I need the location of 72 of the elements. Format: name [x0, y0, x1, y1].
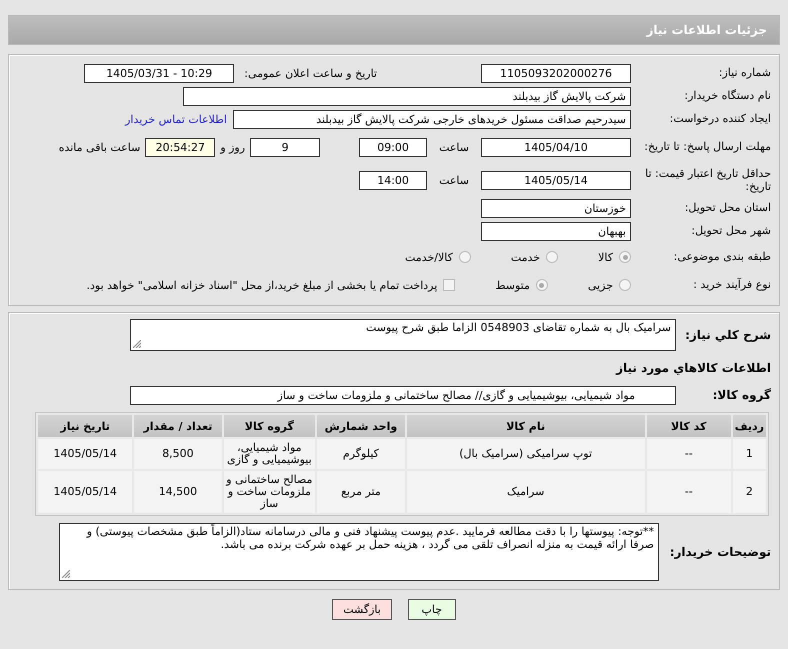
- city-field: بهبهان: [481, 222, 631, 240]
- contact-link[interactable]: اطلاعات تماس خریدار: [125, 112, 227, 126]
- table-cell: --: [646, 439, 731, 469]
- radio-label: خدمت: [510, 250, 540, 264]
- table-cell: --: [646, 471, 731, 513]
- table-cell: مصالح ساختمانی و ملزومات ساخت و ساز: [224, 471, 316, 513]
- checkbox[interactable]: [443, 279, 456, 291]
- table-cell: متر مربع: [317, 471, 405, 513]
- field-label: شرح کلي نیاز:: [684, 328, 771, 342]
- need-number-field: 1105093202000276: [481, 64, 631, 82]
- section-heading: اطلاعات کالاهاي مورد نیاز: [614, 360, 771, 376]
- field-label: توضیحات خریدار:: [668, 544, 771, 560]
- table-cell: 1405/05/14: [38, 439, 132, 469]
- table-cell: 14,500: [134, 471, 222, 513]
- goods-group-field: مواد شیمیایی، بیوشیمیایی و گازی// مصالح ساختمانی و ملزومات ساخت و ساز: [130, 386, 676, 404]
- field-label: گروه کالا:: [712, 388, 771, 402]
- field-label: استان محل تحویل:: [684, 201, 771, 215]
- description-field: سرامیک بال به شماره تقاضای 0548903 الزاما طبق شرح پیوست: [130, 319, 676, 351]
- time-label: ساعت: [439, 174, 469, 186]
- radio-label: متوسط: [495, 278, 530, 292]
- table-cell: توپ سرامیکی (سرامیک بال): [406, 439, 645, 469]
- radio-button[interactable]: [619, 251, 631, 263]
- radio-button[interactable]: [458, 251, 471, 263]
- field-label: تاریخ و ساعت اعلان عمومی:: [244, 66, 377, 80]
- validity-date-field: 1405/05/14: [481, 170, 631, 190]
- validity-time-field: 14:00: [359, 170, 428, 190]
- radio-label: جزیی: [588, 278, 613, 292]
- page-title: جزئیات اطلاعات نیاز: [646, 23, 767, 37]
- days-label: روز و: [220, 140, 246, 154]
- notes-field: **توجه: پیوستها را با دقت مطالعه فرمایید .عدم پیوست پیشنهاد فنی و مالی درسامانه ستاد(الزاماً طبق مشخصات پیوستی) و صرفا ارائه قیمت به منزله انصراف تلقی می گردد ، هزینه حمل بر عهده شرکت برنده می باشد.: [59, 523, 659, 581]
- field-label: حداقل تاریخ اعتبار قیمت: تا تاریخ:: [644, 166, 771, 194]
- remaining-label: ساعت باقی مانده: [58, 140, 140, 154]
- radio-label: کالا: [598, 250, 613, 264]
- resize-grip-icon[interactable]: [133, 340, 141, 348]
- column-header: نام کالا: [406, 415, 645, 437]
- column-header: گروه کالا: [224, 415, 316, 437]
- back-button[interactable]: بازگشت: [332, 599, 392, 620]
- table-cell: 1405/05/14: [38, 471, 132, 513]
- column-header: کد کالا: [646, 415, 731, 437]
- deadline-date-field: 1405/04/10: [481, 138, 631, 156]
- announce-date-field: 1405/03/31 - 10:29: [84, 64, 234, 82]
- creator-field: سیدرحیم صداقت مسئول خریدهای خارجی شرکت پالایش گاز بیدبلند: [233, 110, 631, 128]
- table-cell: 1: [732, 439, 766, 469]
- field-label: شهر محل تحویل:: [690, 224, 771, 238]
- field-label: مهلت ارسال پاسخ: تا تاریخ:: [643, 140, 771, 154]
- print-button[interactable]: چاپ: [408, 599, 456, 620]
- column-header: تعداد / مقدار: [134, 415, 222, 437]
- deadline-time-field: 09:00: [359, 138, 428, 156]
- table-cell: 8,500: [134, 439, 222, 469]
- table-cell: مواد شیمیایی، بیوشیمیایی و گازی: [224, 439, 316, 469]
- radio-button[interactable]: [546, 251, 558, 263]
- buyer-field: شرکت پالایش گاز بیدبلند: [183, 86, 631, 106]
- field-label: شماره نیاز:: [718, 66, 771, 80]
- table-cell: سرامیک: [406, 471, 645, 513]
- column-header: واحد شمارش: [317, 415, 405, 437]
- remaining-time-field: 20:54:27: [145, 138, 216, 156]
- radio-label: کالا/خدمت: [405, 250, 453, 264]
- field-label: نام دستگاه خریدار:: [683, 89, 771, 103]
- table-cell: 2: [732, 471, 766, 513]
- column-header: ردیف: [732, 415, 766, 437]
- checkbox-label: پرداخت تمام یا بخشی از مبلغ خرید،از محل "اسناد خزانه اسلامی" خواهد بود.: [86, 278, 438, 292]
- field-label: ایجاد کننده درخواست:: [668, 112, 771, 126]
- radio-button[interactable]: [536, 279, 548, 291]
- column-header: تاریخ نیاز: [38, 415, 132, 437]
- field-label: طبقه بندی موضوعی:: [672, 250, 771, 264]
- table-cell: کیلوگرم: [317, 439, 405, 469]
- days-field: 9: [250, 138, 320, 156]
- province-field: خوزستان: [481, 198, 631, 218]
- field-label: نوع فرآیند خرید :: [692, 278, 771, 292]
- resize-grip-icon[interactable]: [62, 570, 70, 578]
- time-label: ساعت: [439, 140, 469, 154]
- radio-button[interactable]: [619, 279, 631, 291]
